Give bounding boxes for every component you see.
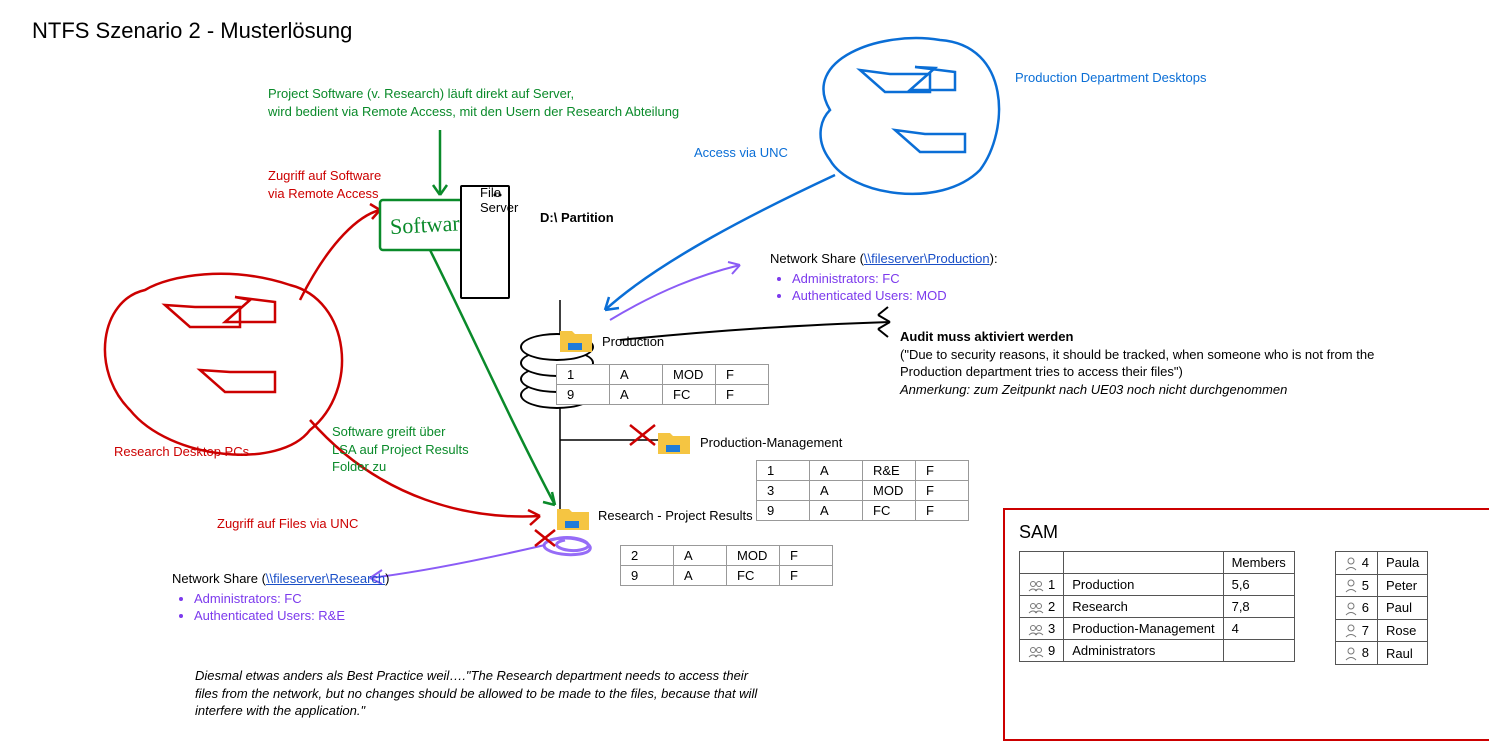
folder-production-label: Production [602, 334, 664, 349]
access-unc-label: Access via UNC [694, 145, 788, 160]
bestpractice-note: Diesmal etwas anders als Best Practice w… [195, 667, 760, 720]
sam-groups-table: Members 1Production5,62Research7,83Produ… [1019, 551, 1295, 662]
share-perm: Administrators: FC [792, 270, 1030, 288]
share-research: Network Share (\\fileserver\Research) Ad… [172, 570, 432, 625]
share-perm: Authenticated Users: MOD [792, 287, 1030, 305]
partition-label: D:\ Partition [540, 210, 614, 225]
prod-desktops-label: Production Department Desktops [1015, 70, 1206, 85]
perm-table-research: 2AMODF9AFCF [620, 545, 833, 586]
folder-icon [656, 427, 692, 457]
perm-table-production: 1AMODF9AFCF [556, 364, 769, 405]
sam-box: SAM Members 1Production5,62Research7,83P… [1003, 508, 1489, 741]
sam-users-table: 4Paula5Peter6Paul7Rose8Raul [1335, 551, 1428, 665]
audit-note: Audit muss aktiviert werden ("Due to sec… [900, 328, 1440, 398]
folder-research-label: Research - Project Results [598, 508, 753, 523]
folder-prodmgmt-label: Production-Management [700, 435, 842, 450]
sam-title: SAM [1019, 522, 1479, 543]
share-production: Network Share (\\fileserver\Production):… [770, 250, 1030, 305]
unc-link-research[interactable]: \\fileserver\Research [266, 571, 385, 586]
caption-remote-access: Zugriff auf Software via Remote Access [268, 167, 381, 202]
perm-table-prodmgmt: 1AR&EF3AMODF9AFCF [756, 460, 969, 521]
files-unc-label: Zugriff auf Files via UNC [217, 516, 358, 531]
caption-project-software: Project Software (v. Research) läuft dir… [268, 85, 679, 120]
unc-link-production[interactable]: \\fileserver\Production [864, 251, 990, 266]
share-perm: Administrators: FC [194, 590, 432, 608]
folder-icon [555, 503, 591, 533]
software-lsa-label: Software greift über LSA auf Project Res… [332, 423, 469, 476]
file-server-label: File Server [480, 185, 518, 215]
software-box-label: Software [389, 210, 470, 240]
research-pcs-label: Research Desktop PCs [114, 444, 249, 459]
folder-icon [558, 325, 594, 355]
share-perm: Authenticated Users: R&E [194, 607, 432, 625]
